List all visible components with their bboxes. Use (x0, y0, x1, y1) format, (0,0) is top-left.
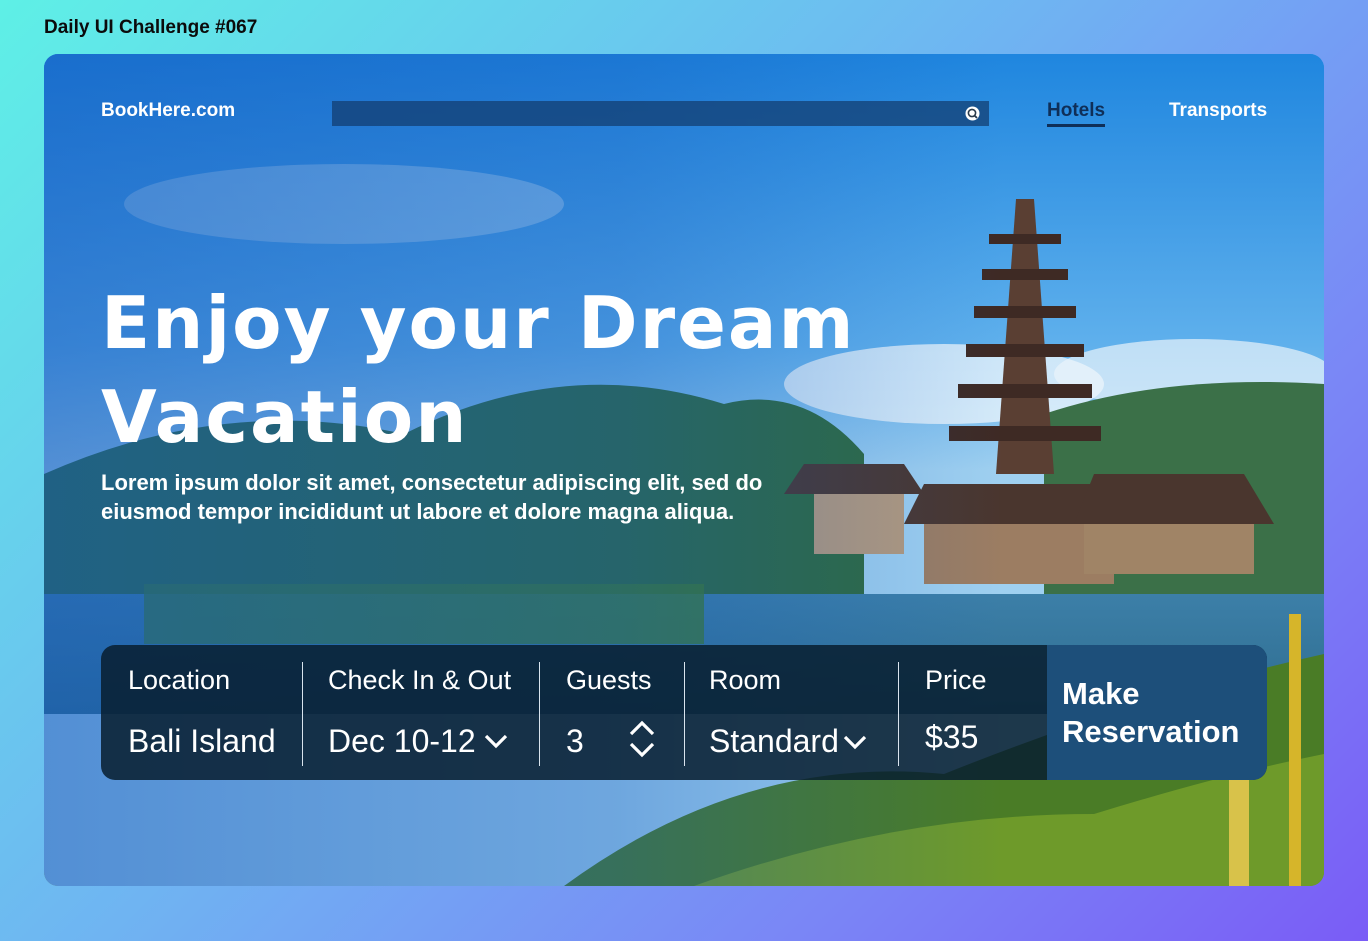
price-label: Price (925, 665, 987, 695)
nav-hotels[interactable]: Hotels (1047, 100, 1106, 127)
hero-subtext: Lorem ipsum dolor sit amet, consectetur … (101, 470, 763, 524)
search-input[interactable] (332, 101, 952, 126)
reserve-label-line2: Reservation (1062, 713, 1240, 749)
price-value: $35 (925, 719, 979, 755)
room-label: Room (709, 665, 782, 695)
up-down-stepper-icon[interactable] (628, 720, 656, 758)
reserve-label-line1: Make (1062, 675, 1140, 711)
challenge-title: Daily UI Challenge #067 (44, 17, 258, 38)
search-bar[interactable] (332, 101, 989, 126)
hero-headline-line1: Enjoy your Dream (101, 281, 856, 365)
brand-logo[interactable]: BookHere.com (101, 100, 235, 122)
make-reservation-button[interactable]: Make Reservation (1047, 645, 1267, 780)
checkin-field[interactable]: Check In & Out Dec 10-12 (303, 645, 540, 780)
nav-transports[interactable]: Transports (1169, 100, 1267, 122)
chevron-down-icon[interactable] (483, 732, 509, 750)
location-value[interactable]: Bali Island (128, 723, 276, 760)
room-field[interactable]: Room Standard (685, 645, 899, 780)
hero-headline-line2: Vacation (101, 375, 469, 459)
location-field[interactable]: Location Bali Island (101, 645, 303, 780)
location-label: Location (128, 665, 231, 695)
guests-value[interactable]: 3 (566, 723, 584, 760)
search-icon[interactable] (964, 105, 981, 122)
room-value[interactable]: Standard (709, 723, 839, 760)
checkin-label: Check In & Out (328, 665, 512, 695)
guests-label: Guests (566, 665, 652, 695)
checkin-value[interactable]: Dec 10-12 (328, 723, 476, 760)
guests-field[interactable]: Guests 3 (540, 645, 685, 780)
hero-card: BookHere.com Hotels Transports Enjoy you… (44, 54, 1324, 886)
hero-headline: Enjoy your Dream Vacation (101, 276, 901, 464)
booking-bar: Location Bali Island Check In & Out Dec … (101, 645, 1267, 780)
chevron-down-icon[interactable] (842, 733, 868, 751)
price-field: Price $35 (899, 645, 1047, 780)
